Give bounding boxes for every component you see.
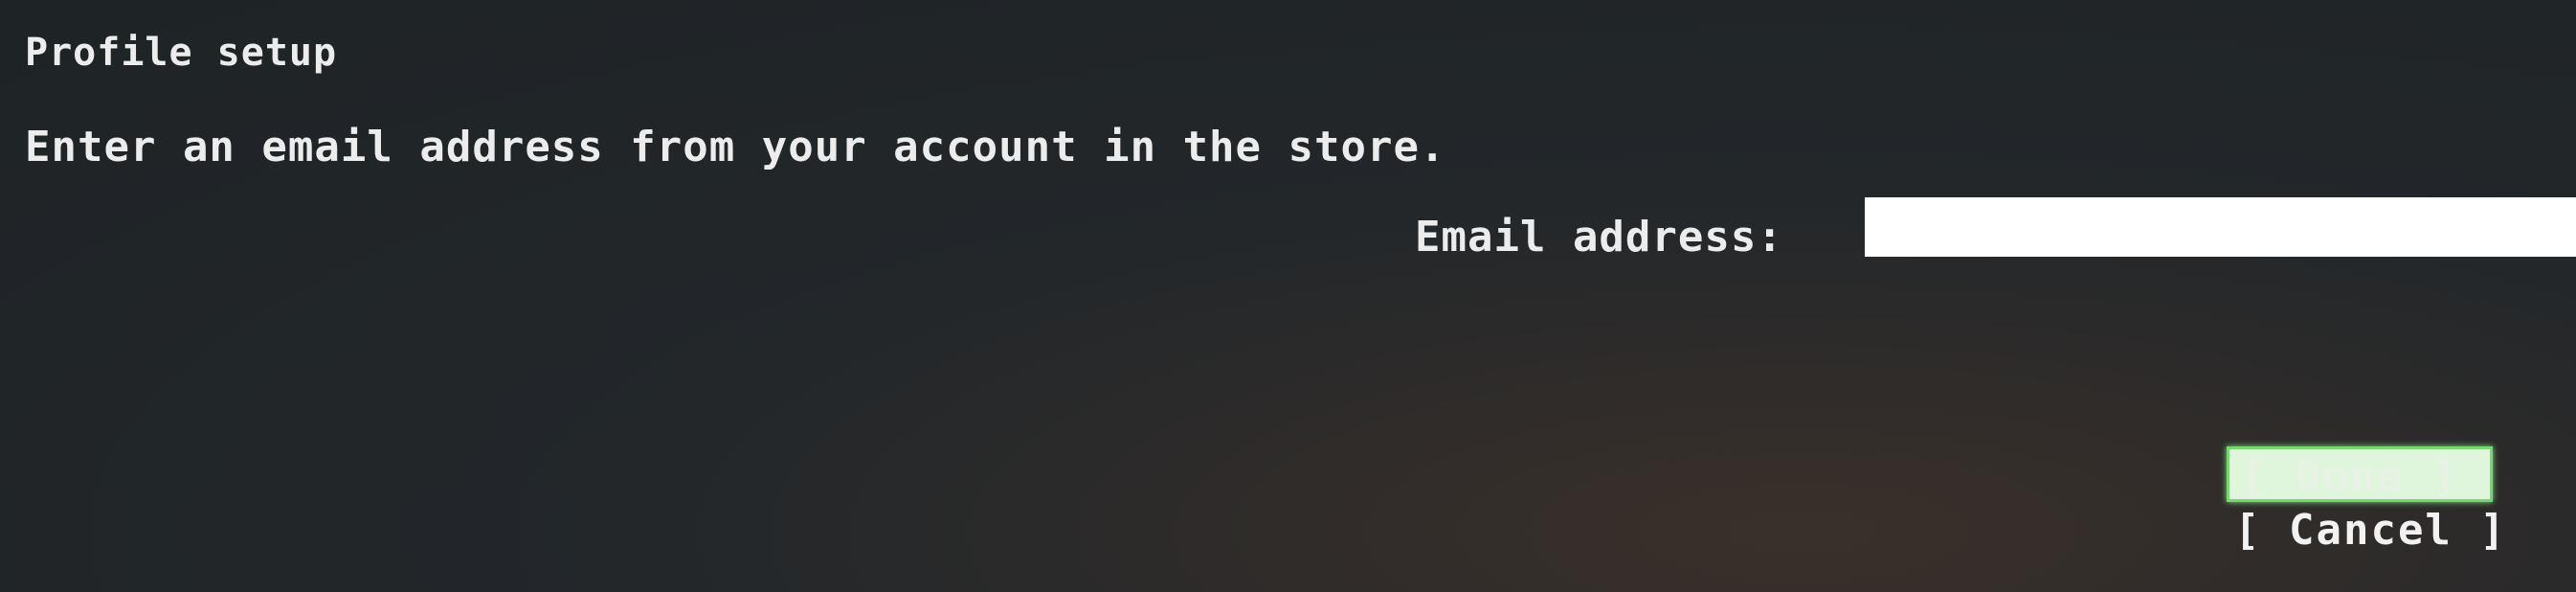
instruction-text: Enter an email address from your account… xyxy=(25,123,1446,171)
email-input[interactable] xyxy=(1865,197,2576,257)
profile-setup-screen: Profile setup Enter an email address fro… xyxy=(0,0,2576,592)
email-label: Email address: xyxy=(1415,213,1783,262)
page-title: Profile setup xyxy=(25,31,338,75)
cancel-button[interactable]: [ Cancel ] xyxy=(2234,504,2507,558)
done-button[interactable]: [ Done ] xyxy=(2227,446,2493,502)
